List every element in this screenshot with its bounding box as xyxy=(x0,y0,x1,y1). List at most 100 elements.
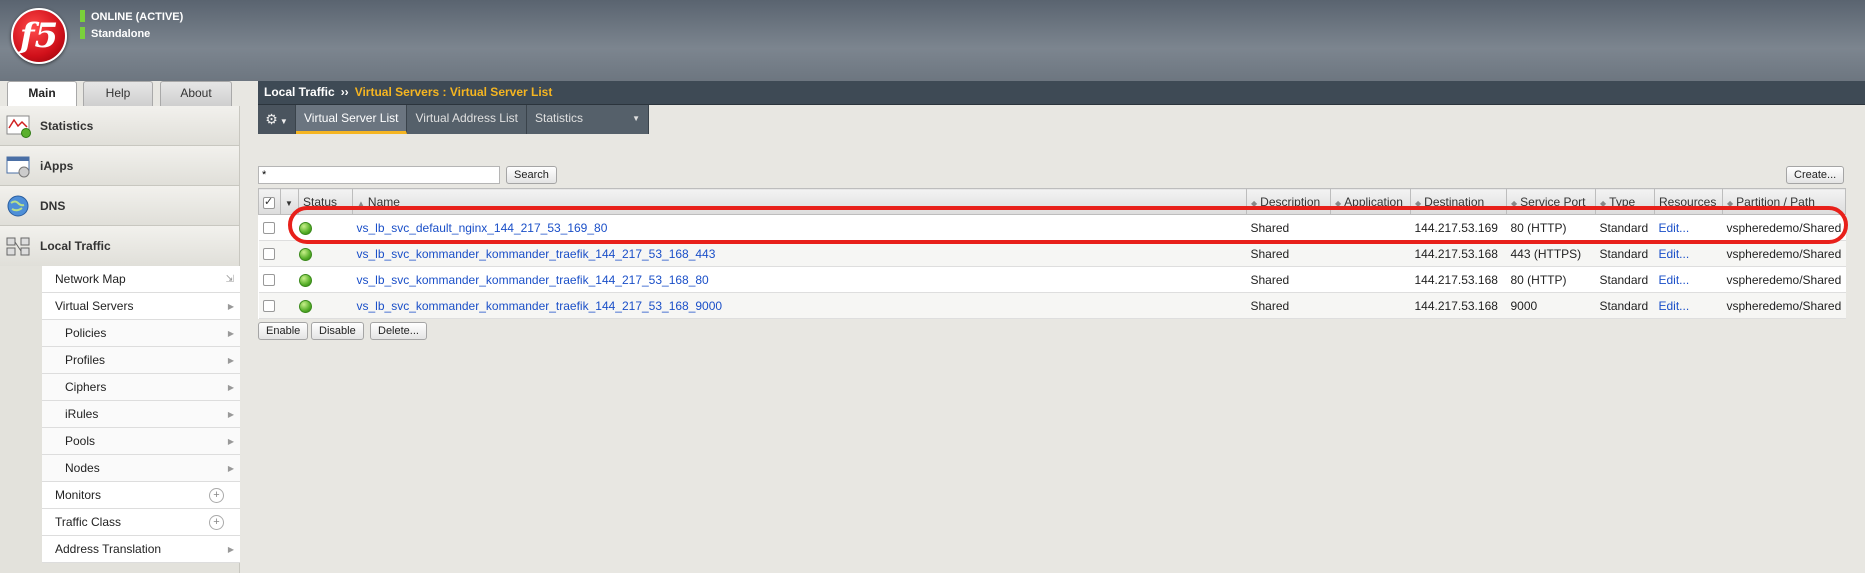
top-banner: f5 ONLINE (ACTIVE) Standalone xyxy=(0,0,1865,81)
mode-indicator-icon xyxy=(80,27,85,39)
sidebar-item-ciphers[interactable]: Ciphers ▶ xyxy=(42,374,240,401)
application-cell xyxy=(1330,214,1411,241)
device-status: ONLINE (ACTIVE) xyxy=(80,10,183,23)
chevron-right-icon: ▶ xyxy=(227,545,234,554)
header-menu-cell[interactable]: ▼ xyxy=(280,188,299,215)
status-indicator-icon xyxy=(80,10,85,22)
virtual-server-name-link[interactable]: vs_lb_svc_kommander_kommander_traefik_14… xyxy=(357,273,709,287)
sort-icon: ◆ xyxy=(1251,199,1258,208)
create-button[interactable]: Create... xyxy=(1786,166,1845,184)
sidebar-item-address-translation[interactable]: Address Translation ▶ xyxy=(42,536,240,563)
destination-cell: 144.217.53.168 xyxy=(1410,266,1507,293)
sidebar-item-pools[interactable]: Pools ▶ xyxy=(42,428,240,455)
column-header-destination[interactable]: ◆ Destination xyxy=(1410,188,1507,215)
virtual-server-name-link[interactable]: vs_lb_svc_default_nginx_144_217_53_169_8… xyxy=(357,221,608,235)
statistics-icon xyxy=(6,115,31,138)
resources-edit-link[interactable]: Edit... xyxy=(1659,247,1690,261)
breadcrumb-section[interactable]: Local Traffic xyxy=(264,85,335,99)
sidebar: Statistics iApps DNS Local Traffic Netwo… xyxy=(0,106,240,573)
sidebar-item-nodes[interactable]: Nodes ▶ xyxy=(42,455,240,482)
local-traffic-icon xyxy=(6,237,30,256)
sidebar-item-label: DNS xyxy=(40,199,66,213)
virtual-server-name-link[interactable]: vs_lb_svc_kommander_kommander_traefik_14… xyxy=(357,299,723,313)
column-header-type[interactable]: ◆ Type xyxy=(1595,188,1655,215)
sidebar-tabs: Main Help About xyxy=(0,81,240,107)
sidebar-item-label: iApps xyxy=(40,159,74,173)
sidebar-item-monitors[interactable]: Monitors + xyxy=(42,482,240,509)
add-icon[interactable]: + xyxy=(209,488,224,503)
row-checkbox[interactable] xyxy=(262,248,275,261)
row-checkbox[interactable] xyxy=(262,222,275,235)
sidebar-item-profiles[interactable]: Profiles ▶ xyxy=(42,347,240,374)
resources-edit-link[interactable]: Edit... xyxy=(1659,273,1690,287)
tab-main[interactable]: Main xyxy=(7,81,77,107)
subtab-bar: ⚙ ▼ Virtual Server List Virtual Address L… xyxy=(258,105,649,134)
column-header-description[interactable]: ◆ Description xyxy=(1246,188,1331,215)
type-cell: Standard xyxy=(1595,292,1655,319)
tab-help[interactable]: Help xyxy=(83,81,153,106)
description-cell: Shared xyxy=(1246,240,1331,267)
type-cell: Standard xyxy=(1595,214,1655,241)
sidebar-item-virtual-servers[interactable]: Virtual Servers ▶ xyxy=(42,293,240,320)
search-button[interactable]: Search xyxy=(506,166,557,184)
service-port-cell: 9000 xyxy=(1506,292,1596,319)
delete-button[interactable]: Delete... xyxy=(370,322,427,340)
row-checkbox[interactable] xyxy=(262,300,275,313)
tab-about[interactable]: About xyxy=(160,81,232,106)
sidebar-item-irules[interactable]: iRules ▶ xyxy=(42,401,240,428)
virtual-server-table: ▼ Status ▲Name ◆Description ◆Application… xyxy=(258,188,1846,319)
disable-button[interactable]: Disable xyxy=(311,322,364,340)
sidebar-item-local-traffic[interactable]: Local Traffic xyxy=(0,226,239,266)
resources-edit-link[interactable]: Edit... xyxy=(1659,299,1690,313)
select-all-checkbox[interactable] xyxy=(263,195,275,209)
sidebar-item-policies[interactable]: Policies ▶ xyxy=(42,320,240,347)
description-cell: Shared xyxy=(1246,214,1331,241)
column-header-partition[interactable]: ◆ Partition / Path xyxy=(1722,188,1846,215)
status-available-icon xyxy=(298,247,312,261)
application-cell xyxy=(1330,240,1411,267)
type-cell: Standard xyxy=(1595,266,1655,293)
service-port-cell: 443 (HTTPS) xyxy=(1506,240,1596,267)
service-port-cell: 80 (HTTP) xyxy=(1506,214,1596,241)
sort-icon: ◆ xyxy=(1727,199,1734,208)
gear-menu-button[interactable]: ⚙ ▼ xyxy=(258,105,296,134)
enable-button[interactable]: Enable xyxy=(258,322,309,340)
main-content: Search Create... ▼ Status ▲Name ◆Descrip… xyxy=(258,134,1865,573)
destination-cell: 144.217.53.168 xyxy=(1410,240,1507,267)
search-input[interactable] xyxy=(258,166,500,184)
description-cell: Shared xyxy=(1246,292,1331,319)
device-mode: Standalone xyxy=(80,27,150,40)
sort-ascending-icon: ▲ xyxy=(357,199,365,208)
breadcrumb: Local Traffic ›› Virtual Servers : Virtual… xyxy=(258,81,1865,105)
column-header-name[interactable]: ▲ Name xyxy=(352,188,1247,215)
description-cell: Shared xyxy=(1246,266,1331,293)
virtual-server-name-link[interactable]: vs_lb_svc_kommander_kommander_traefik_14… xyxy=(357,247,716,261)
application-cell xyxy=(1330,266,1411,293)
sort-icon: ◆ xyxy=(1600,199,1607,208)
add-icon[interactable]: + xyxy=(209,515,224,530)
column-header-application[interactable]: ◆ Application xyxy=(1330,188,1411,215)
select-all-checkbox-cell[interactable] xyxy=(258,188,281,215)
chevron-right-icon: ▶ xyxy=(227,437,234,446)
sort-icon: ◆ xyxy=(1511,199,1518,208)
tab-virtual-address-list[interactable]: Virtual Address List xyxy=(407,105,527,134)
sidebar-item-dns[interactable]: DNS xyxy=(0,186,239,226)
row-checkbox[interactable] xyxy=(262,274,275,287)
sidebar-item-traffic-class[interactable]: Traffic Class + xyxy=(42,509,240,536)
table-header-row: ▼ Status ▲Name ◆Description ◆Application… xyxy=(258,188,1846,215)
tab-virtual-server-list[interactable]: Virtual Server List xyxy=(296,105,408,134)
sidebar-item-statistics[interactable]: Statistics xyxy=(0,106,239,146)
partition-cell: vspheredemo/Shared xyxy=(1722,240,1846,267)
sidebar-item-network-map[interactable]: Network Map ⇲ xyxy=(42,266,240,293)
resources-edit-link[interactable]: Edit... xyxy=(1659,221,1690,235)
column-header-service-port[interactable]: ◆ Service Port xyxy=(1506,188,1596,215)
local-traffic-submenu: Network Map ⇲ Virtual Servers ▶ Policies ▶ … xyxy=(42,266,240,563)
f5-logo[interactable]: f5 xyxy=(11,8,67,64)
chevron-right-icon: ▶ xyxy=(227,383,234,392)
gear-icon: ⚙ xyxy=(265,111,278,127)
chevron-down-icon: ▼ xyxy=(285,199,293,208)
sidebar-item-iapps[interactable]: iApps xyxy=(0,146,239,186)
tab-statistics[interactable]: Statistics ▼ xyxy=(527,105,649,134)
chevron-right-icon: ▶ xyxy=(227,302,234,311)
column-header-status[interactable]: Status xyxy=(298,188,353,215)
